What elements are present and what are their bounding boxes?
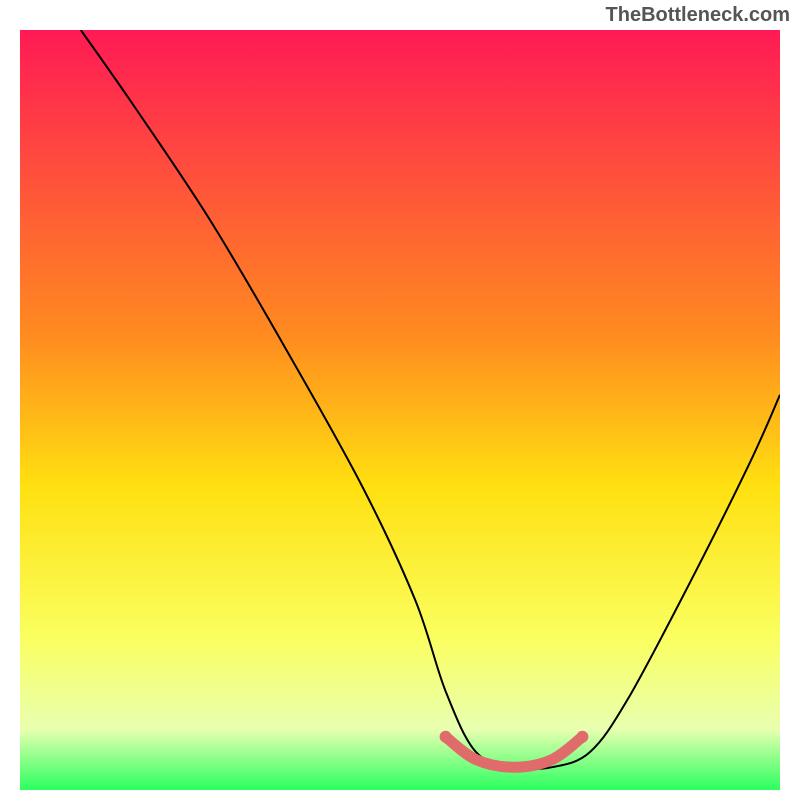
watermark-text: TheBottleneck.com: [606, 4, 790, 27]
gradient-background: [20, 30, 780, 790]
highlight-dot: [440, 731, 452, 743]
chart-svg: [20, 30, 780, 790]
bottleneck-chart: [20, 30, 780, 790]
highlight-dot: [576, 731, 588, 743]
